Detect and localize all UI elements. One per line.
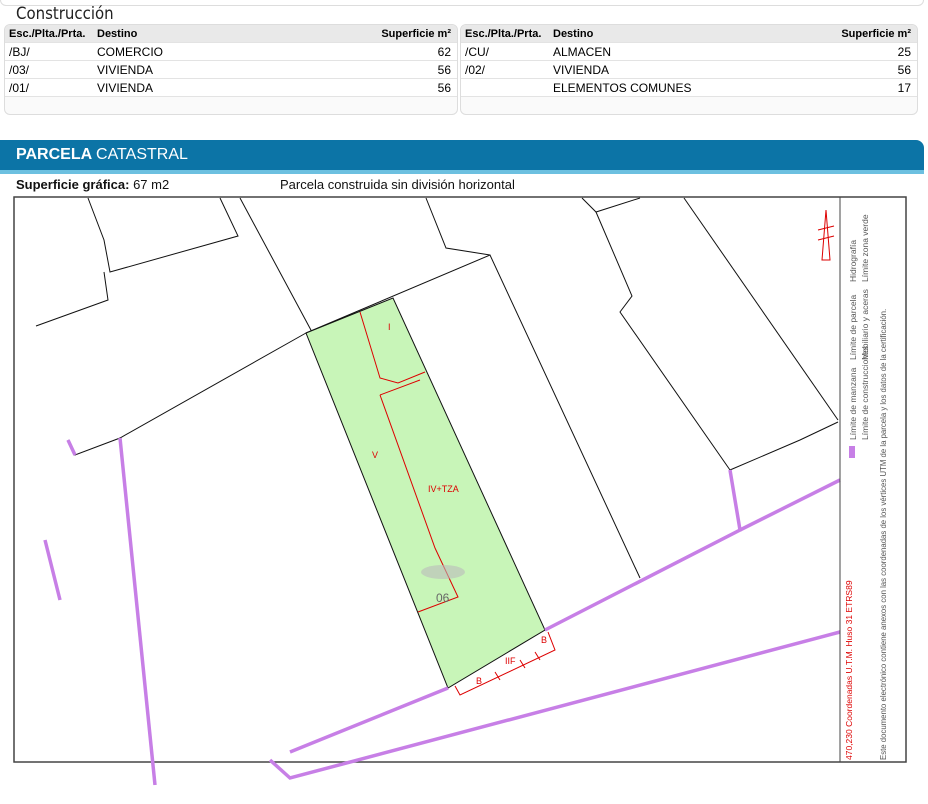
legend-mobiliario: Mobiliario y aceras xyxy=(860,289,870,360)
empty-row xyxy=(5,97,457,114)
label-ivtza: IV+TZA xyxy=(428,484,459,494)
cell-esc: /03/ xyxy=(9,62,30,77)
header-superficie: Superficie m² xyxy=(841,27,911,40)
legend-zona-verde: Límite zona verde xyxy=(860,214,870,282)
cell-esc: /CU/ xyxy=(465,44,489,59)
legend-hidrografia: Hidrografía xyxy=(848,240,858,282)
cell-sup: 25 xyxy=(897,44,911,59)
header-accent-line xyxy=(0,170,924,174)
utm-coordinates: 470,230 Coordenadas U.T.M. Huso 31 ETRS8… xyxy=(844,580,854,760)
legend-swatch-manzana xyxy=(849,446,855,458)
legend-manzana: Límite de manzana xyxy=(848,367,858,440)
table-row: /CU/ALMACEN 25 xyxy=(461,43,917,61)
label-b2: B xyxy=(541,635,547,645)
table-row: /BJ/COMERCIO 62 xyxy=(5,43,457,61)
empty-row xyxy=(461,97,917,114)
previous-section-box xyxy=(0,0,924,6)
construccion-table-left: Esc./Plta./Prta. Destino Superficie m² /BJ… xyxy=(4,24,458,115)
parcela-catastral-header: PARCELA CATASTRAL xyxy=(0,140,924,170)
cell-sup: 56 xyxy=(437,62,451,77)
cell-sup: 56 xyxy=(897,62,911,77)
construccion-title: Construcción xyxy=(16,4,114,24)
header-esc: Esc./Plta./Prta. xyxy=(465,27,542,40)
table-header: Esc./Plta./Prta. Destino Superficie m² xyxy=(461,25,917,43)
superficie-value: 67 m2 xyxy=(133,177,170,192)
parcela-descripcion: Parcela construida sin división horizont… xyxy=(280,177,515,192)
table-header: Esc./Plta./Prta. Destino Superficie m² xyxy=(5,25,457,43)
header-destino: Destino xyxy=(553,27,594,40)
table-row: /03/VIVIENDA 56 xyxy=(5,61,457,79)
cadastral-map: I V IV+TZA IIF B B 06 470,230 Coordenada… xyxy=(13,196,907,786)
header-esc: Esc./Plta./Prta. xyxy=(9,27,86,40)
title-bold: PARCELA xyxy=(16,146,92,163)
cell-sup: 62 xyxy=(437,44,451,59)
label-b1: B xyxy=(476,676,482,686)
label-v: V xyxy=(372,450,378,460)
title-light: CATASTRAL xyxy=(96,146,188,163)
cell-esc: /02/ xyxy=(465,62,486,77)
label-i: I xyxy=(388,322,391,332)
cell-sup: 17 xyxy=(897,80,911,95)
superficie-label: Superficie gráfica: xyxy=(16,177,130,192)
header-superficie: Superficie m² xyxy=(381,27,451,40)
cell-destino: ALMACEN xyxy=(553,44,612,59)
superficie-grafica: Superficie gráfica: 67 m2 xyxy=(16,177,169,192)
cell-esc: /BJ/ xyxy=(9,44,30,59)
table-row: /02/VIVIENDA 56 xyxy=(461,61,917,79)
cell-destino: VIVIENDA xyxy=(97,62,154,77)
construccion-table-right: Esc./Plta./Prta. Destino Superficie m² /CU… xyxy=(460,24,918,115)
cell-sup: 56 xyxy=(437,80,451,95)
cell-destino: VIVIENDA xyxy=(553,62,610,77)
certification-note: Este documento electrónico contiene anex… xyxy=(879,309,888,760)
label-iif: IIF xyxy=(505,656,516,666)
table-row: ELEMENTOS COMUNES 17 xyxy=(461,79,917,97)
table-row: /01/VIVIENDA 56 xyxy=(5,79,457,97)
cell-esc: /01/ xyxy=(9,80,30,95)
header-destino: Destino xyxy=(97,27,138,40)
cell-destino: COMERCIO xyxy=(97,44,163,59)
blurred-number xyxy=(421,565,465,579)
cell-destino: ELEMENTOS COMUNES xyxy=(553,80,692,95)
parcel-number: 06 xyxy=(436,591,450,605)
cell-destino: VIVIENDA xyxy=(97,80,154,95)
legend-parcela: Límite de parcela xyxy=(848,295,858,360)
